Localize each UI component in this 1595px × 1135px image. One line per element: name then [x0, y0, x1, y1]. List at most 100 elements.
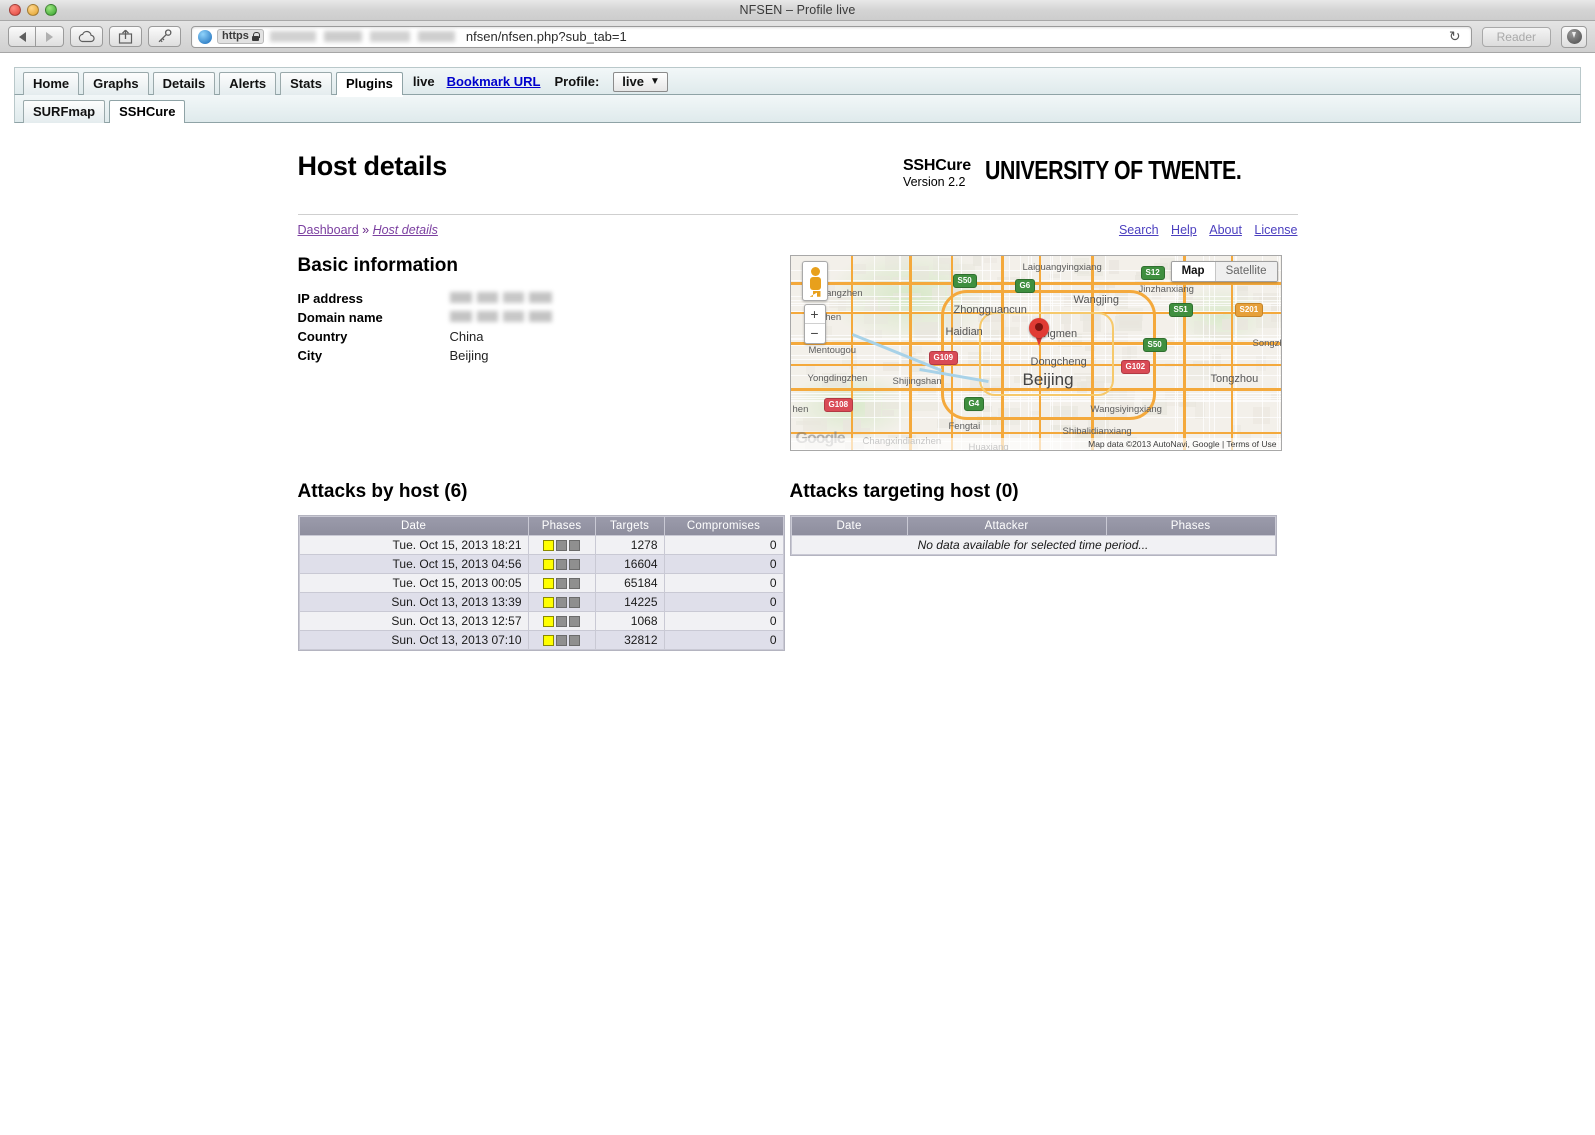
page-content: Host details SSHCure Version 2.2 UNIVERS…	[0, 123, 1595, 651]
product-version: Version 2.2	[902, 175, 966, 190]
profile-select[interactable]: live ▼	[613, 72, 668, 92]
map-type-map[interactable]: Map	[1171, 261, 1215, 281]
profile-label: Profile:	[554, 74, 600, 89]
share-button[interactable]	[109, 26, 142, 47]
table-row[interactable]: Sun. Oct 13, 2013 07:10 32812 0	[299, 630, 783, 649]
cell-targets: 1068	[595, 611, 664, 630]
info-label-city: City	[297, 347, 323, 363]
page-title: Host details	[297, 151, 448, 181]
phase-indicator-2	[556, 635, 567, 647]
info-value-city: Beijing	[449, 347, 489, 363]
about-link[interactable]: About	[1209, 223, 1242, 237]
nav-tab-graphs[interactable]: Graphs	[83, 72, 149, 95]
share-icon	[118, 29, 133, 44]
map-marker[interactable]	[1028, 317, 1051, 348]
cell-phases	[528, 573, 595, 592]
info-label-ip-address: IP address	[297, 290, 364, 306]
info-label-domain-name: Domain name	[297, 309, 383, 325]
icloud-tabs-button[interactable]	[70, 26, 103, 47]
table-row[interactable]: Sun. Oct 13, 2013 13:39 14225 0	[299, 592, 783, 611]
map-place-label: Zhongguancun	[953, 303, 1027, 316]
redacted-value	[449, 310, 555, 322]
host-info-row: Basic information IP address Domain name	[297, 254, 1298, 451]
plugin-navigation: SURFmap SSHCure	[14, 95, 1581, 123]
map-highway	[790, 431, 1281, 434]
breadcrumb-item-host-details[interactable]: Host details	[373, 223, 438, 237]
table-header-row: Date Attacker Phases	[791, 516, 1275, 535]
zoom-out-button[interactable]: −	[805, 324, 825, 343]
nav-tab-alerts[interactable]: Alerts	[219, 72, 277, 95]
column-header-phases[interactable]: Phases	[528, 516, 595, 535]
bookmark-url-link[interactable]: Bookmark URL	[443, 74, 545, 94]
map-type-satellite[interactable]: Satellite	[1214, 261, 1277, 281]
column-header-attacker[interactable]: Attacker	[907, 516, 1106, 535]
map-type-switch[interactable]: Map Satellite	[1170, 260, 1278, 282]
forward-button[interactable]	[36, 26, 64, 47]
map-place-label: Wangsiyingxiang	[1090, 403, 1162, 415]
table-row[interactable]: Tue. Oct 15, 2013 18:21 1278 0	[299, 535, 783, 554]
location-map[interactable]: Laiguangyingxiang Jinzhanxiang Wangjing Zho…	[789, 254, 1282, 451]
map-block	[881, 410, 895, 416]
street-view-pegman[interactable]	[801, 260, 828, 301]
cell-compromises: 0	[664, 535, 783, 554]
plugin-tab-sshcure[interactable]: SSHCure	[109, 100, 186, 123]
address-bar[interactable]: https nfsen/nfsen.php?sub_tab=1 ↻	[191, 25, 1472, 48]
table-row[interactable]: Sun. Oct 13, 2013 12:57 1068 0	[299, 611, 783, 630]
back-button[interactable]	[8, 26, 36, 47]
column-header-compromises[interactable]: Compromises	[664, 516, 783, 535]
column-header-phases[interactable]: Phases	[1106, 516, 1275, 535]
column-header-targets[interactable]: Targets	[595, 516, 664, 535]
map-block	[803, 418, 827, 431]
search-link[interactable]: Search	[1119, 223, 1159, 237]
url-path: nfsen/nfsen.php?sub_tab=1	[465, 29, 627, 44]
map-place-label: Jinzhanxiang	[1138, 283, 1194, 295]
cloud-icon	[78, 30, 95, 43]
map-route-shield: G102	[1120, 359, 1151, 374]
license-link[interactable]: License	[1254, 223, 1297, 237]
column-header-date[interactable]: Date	[791, 516, 907, 535]
map-place-label: Mentougou	[808, 344, 857, 356]
map-zoom-controls[interactable]: + −	[803, 303, 826, 344]
breadcrumb-item-dashboard[interactable]: Dashboard	[298, 223, 359, 237]
map-route-shield: S51	[1168, 302, 1193, 317]
map-terms-link[interactable]: Terms of Use	[1226, 439, 1276, 449]
nav-tab-stats[interactable]: Stats	[280, 72, 332, 95]
column-header-date[interactable]: Date	[299, 516, 528, 535]
nav-tab-home[interactable]: Home	[23, 72, 80, 95]
nav-tab-plugins[interactable]: Plugins	[335, 72, 403, 95]
reader-button[interactable]: Reader	[1481, 26, 1551, 47]
map-block	[913, 266, 929, 280]
map-place-label: Tongzhou	[1210, 372, 1259, 385]
phase-indicator-2	[556, 559, 567, 571]
map-route-shield: S12	[1140, 265, 1165, 280]
reload-icon[interactable]: ↻	[1449, 28, 1465, 45]
table-row[interactable]: Tue. Oct 15, 2013 00:05 65184 0	[299, 573, 783, 592]
attacks-targeting-host-heading: Attacks targeting host (0)	[789, 480, 1019, 502]
navigation-buttons	[8, 26, 64, 47]
cell-phases	[528, 630, 595, 649]
zoom-in-button[interactable]: +	[804, 305, 825, 324]
phase-indicator-3	[569, 578, 580, 590]
url-host-redacted	[269, 31, 460, 42]
map-place-label: Shibalidianxiang	[1062, 425, 1132, 437]
downloads-button[interactable]	[1561, 25, 1587, 48]
phase-indicator-1	[543, 540, 554, 552]
map-block	[1235, 286, 1248, 301]
nav-tab-details[interactable]: Details	[152, 72, 216, 95]
cell-phases	[528, 554, 595, 573]
reader-toggle-button[interactable]	[148, 26, 181, 47]
redacted-value	[449, 291, 555, 303]
download-icon	[1566, 29, 1582, 44]
cell-compromises: 0	[664, 592, 783, 611]
cell-targets: 65184	[595, 573, 664, 592]
page-header: Host details SSHCure Version 2.2 UNIVERS…	[298, 151, 1298, 190]
empty-state-message: No data available for selected time peri…	[791, 535, 1275, 554]
map-street	[1213, 255, 1215, 450]
table-row[interactable]: Tue. Oct 15, 2013 04:56 16604 0	[299, 554, 783, 573]
map-canvas[interactable]: Laiguangyingxiang Jinzhanxiang Wangjing Zho…	[790, 255, 1281, 450]
map-highway	[1230, 255, 1233, 450]
cell-date: Tue. Oct 15, 2013 00:05	[299, 573, 528, 592]
cell-date: Tue. Oct 15, 2013 04:56	[299, 554, 528, 573]
plugin-tab-surfmap[interactable]: SURFmap	[23, 100, 106, 123]
help-link[interactable]: Help	[1171, 223, 1197, 237]
